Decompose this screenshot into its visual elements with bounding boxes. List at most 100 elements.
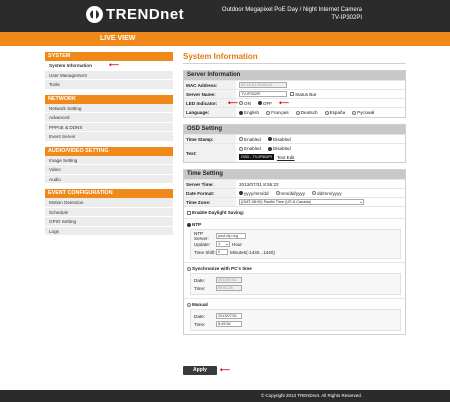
led-off-radio[interactable] [257,101,262,105]
time-shift-input[interactable]: 0 [216,249,228,255]
daylight-saving-checkbox[interactable] [187,210,191,215]
sidebar-item-image-setting[interactable]: Image Setting [45,155,173,165]
sidebar-item-label: Network Setting [49,105,82,111]
annotation-arrow-icon: ⟵ [228,100,239,107]
lang-label: España [329,110,346,115]
mac-address-field: 00:14:D1:90:80:20 [239,82,287,88]
option-label: Enabled [244,136,261,142]
sidebar-item-label: Event Server [49,134,76,139]
option-label: yyyy/mm/dd [244,190,269,196]
lang-spanish-option[interactable]: España [324,110,346,115]
server-time-value: 2013/07/31 8:55:23 [239,181,279,187]
lang-english-option[interactable]: English [239,110,259,115]
sidebar-item-pppoe-ddns[interactable]: PPPoE & DDNS [45,122,173,132]
server-information-panel: Server Information MAC Address: 00:14:D1… [183,70,406,118]
daylight-saving-label: Enable Daylight Saving: [192,210,245,215]
led-on-radio[interactable] [239,101,243,105]
server-time-label: Server Time: [184,180,236,188]
led-on-option[interactable]: ON [239,101,251,106]
header: TRENDnet Outdoor Megapixel PoE Day / Nig… [0,0,450,32]
timestamp-enabled-radio[interactable] [239,137,243,141]
status-bar-option[interactable]: Status Bar [290,92,316,97]
sidebar-item-gpio-setting[interactable]: GPIO Setting [45,217,173,227]
led-off-label: OFF [262,100,273,106]
timestamp-enabled-option[interactable]: Enabled [239,137,261,142]
lang-german-option[interactable]: Deutsch [295,110,318,115]
date-format-mdy-option[interactable]: mm/dd/yyyy [275,191,305,196]
server-name-input[interactable]: TV-IP302PI [239,91,287,97]
manual-date-input[interactable]: 2013/07/31 [216,313,242,319]
mac-address-row: MAC Address: 00:14:D1:90:80:20 [184,80,405,89]
led-off-option[interactable]: OFF [257,100,273,106]
ntp-radio[interactable] [187,222,191,227]
text-disabled-radio[interactable] [267,146,272,151]
timestamp-disabled-radio[interactable] [267,137,272,141]
led-indicator-row: LED Indicator: ON OFF ⟵ ⟵ [184,98,405,107]
annotation-arrow-icon: ⟵ [109,62,120,69]
date-format-ymd-option[interactable]: yyyy/mm/dd [239,191,269,196]
main-content: System Information Server Information MA… [183,52,406,335]
sidebar-item-user-management[interactable]: User Management [45,70,173,80]
ntp-label: NTP [192,222,202,227]
sidebar-item-label: Video [49,167,61,172]
sidebar-item-network-setting[interactable]: Network Setting [45,103,173,113]
apply-button[interactable]: Apply [183,366,217,375]
text-edit-link[interactable]: Text Edit [277,155,295,160]
sidebar-item-audio[interactable]: Audio [45,174,173,184]
server-time-row: Server Time: 2013/07/31 8:55:23 [184,179,405,188]
ntp-server-input[interactable]: pool.ntp.org [216,233,246,239]
date-format-ymd-radio[interactable] [239,191,243,195]
sidebar-item-video[interactable]: Video [45,165,173,175]
manual-radio[interactable] [187,302,191,307]
text-disabled-option[interactable]: Disabled [267,146,291,151]
sidebar-item-logs[interactable]: Logs [45,226,173,236]
osd-text-field[interactable]: OSD - TV-IP302PI [239,154,274,160]
status-bar-checkbox[interactable] [290,92,294,96]
lang-french-radio[interactable] [266,110,271,115]
text-enabled-radio[interactable] [239,146,243,151]
time-zone-select[interactable]: (GMT-08:00) Pacific Time (US & Canada) [239,199,364,205]
live-view-link[interactable]: LIVE VIEW [100,35,135,42]
text-enabled-option[interactable]: Enabled [239,146,261,151]
lang-german-radio[interactable] [295,110,300,115]
date-format-label: Date Format: [184,189,236,197]
pc-date-label: Date: [194,277,205,283]
product-model: TV-IP302PI [331,15,362,21]
panel-header: OSD Setting [184,125,405,134]
sidebar-item-event-server[interactable]: Event Server [45,132,173,142]
date-format-dmy-radio[interactable] [312,191,317,195]
sidebar-item-label: Advanced [49,115,70,120]
lang-russian-option[interactable]: Русский [352,110,374,115]
option-label: dd/mm/yyyy [317,190,342,196]
time-setting-panel: Time Setting Server Time: 2013/07/31 8:5… [183,169,406,335]
sync-pc-radio[interactable] [187,266,191,271]
ntp-block: NTP NTP Server: pool.ntp.org Update: 1 Hour… [184,218,405,262]
pc-date-field: 2013/07/31 [216,277,242,283]
sidebar-item-system-information[interactable]: System Information ⟵ [45,61,173,71]
sync-pc-label: Synchronize with PC's time [192,266,252,271]
sidebar-item-motion-detection[interactable]: Motion Detection [45,198,173,208]
sidebar-item-schedule[interactable]: Schedule [45,207,173,217]
sidebar-section-system: SYSTEM [45,52,173,61]
timestamp-disabled-option[interactable]: Disabled [267,137,291,142]
lang-french-option[interactable]: Français [266,110,289,115]
time-shift-label: Time Shift: [194,249,216,255]
status-bar-label: Status Bar [295,91,317,97]
lang-russian-radio[interactable] [352,110,357,115]
pc-time-field: 09:51:26 [216,285,242,291]
update-select[interactable]: 1 [216,241,230,247]
manual-time-input[interactable]: 8:49:54 [216,321,242,327]
date-format-mdy-radio[interactable] [275,191,280,195]
time-zone-label: Time Zone: [184,198,236,206]
lang-english-radio[interactable] [239,110,243,115]
sidebar-item-label: PPPoE & DDNS [49,124,83,130]
lang-spanish-radio[interactable] [324,110,329,115]
sidebar-item-advanced[interactable]: Advanced [45,113,173,123]
manual-label: Manual [192,302,208,307]
sidebar-item-tools[interactable]: Tools [45,80,173,90]
date-format-dmy-option[interactable]: dd/mm/yyyy [312,191,342,196]
pc-time-label: Time: [194,285,206,291]
sidebar-section-audio-video: AUDIO/VIDEO SETTING [45,146,173,156]
osd-text-row: Text: Enabled Disabled OSD - TV-IP302PI … [184,143,405,162]
ntp-server-label: NTP Server: [194,231,209,241]
